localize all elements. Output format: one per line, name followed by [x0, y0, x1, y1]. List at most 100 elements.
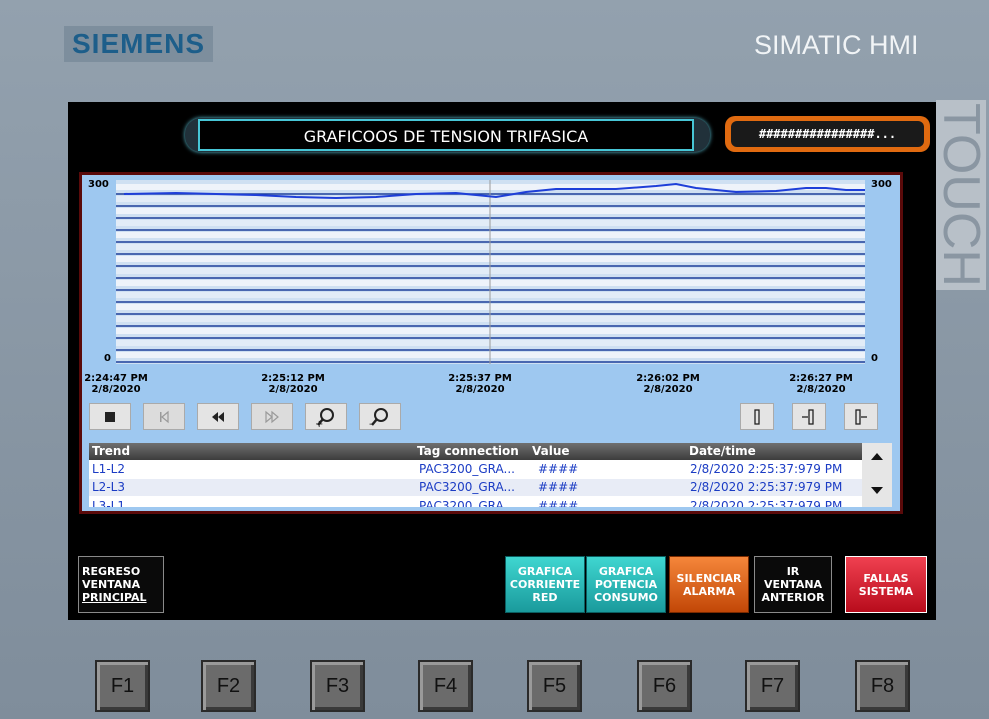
- column-header-trend: Trend: [92, 444, 131, 458]
- column-header-tag: Tag connection: [417, 444, 519, 458]
- zoom-in-icon: +: [315, 407, 334, 427]
- button-label: FALLAS SISTEMA: [859, 572, 913, 598]
- skip-first-icon: [160, 410, 169, 423]
- x-tick-time: 2:24:47 PM: [84, 373, 148, 384]
- f2-key[interactable]: F2: [201, 660, 256, 712]
- f1-key[interactable]: F1: [95, 660, 150, 712]
- label-line: SILENCIAR: [676, 571, 742, 585]
- x-tick-time: 2:26:02 PM: [636, 373, 700, 384]
- cell-trend: L2-L3: [92, 480, 125, 494]
- label-line: VENTANA: [763, 578, 823, 591]
- forward-button[interactable]: [251, 403, 293, 430]
- cell-value: ####: [538, 499, 579, 507]
- label-line: REGRESO: [82, 565, 141, 578]
- label-line: FALLAS: [863, 571, 909, 585]
- table-row[interactable]: L2-L3 PAC3200_GRA... #### 2/8/2020 2:25:…: [89, 479, 862, 496]
- table-row[interactable]: L3-L1 PAC3200_GRA... #### 2/8/2020 2:25:…: [89, 498, 862, 507]
- x-tick-label: 2:26:02 PM 2/8/2020: [633, 373, 703, 395]
- siemens-logo: SIEMENS: [64, 26, 214, 62]
- ruler-forward-button[interactable]: [844, 403, 878, 430]
- x-tick-date: 2/8/2020: [796, 384, 846, 395]
- f5-key[interactable]: F5: [527, 660, 582, 712]
- datetime-value: ################...: [731, 121, 924, 147]
- cell-datetime: 2/8/2020 2:25:37:979 PM: [690, 462, 843, 476]
- zoom-out-icon: -: [369, 407, 388, 427]
- table-row[interactable]: L1-L2 PAC3200_GRA... #### 2/8/2020 2:25:…: [89, 461, 862, 478]
- label-line: IR: [786, 565, 800, 578]
- cell-value: ####: [538, 480, 579, 494]
- ir-ventana-anterior-button[interactable]: IR VENTANA ANTERIOR: [754, 556, 832, 613]
- triangle-down-icon: [871, 487, 883, 494]
- rewind-icon: [212, 411, 224, 422]
- label-line: SISTEMA: [858, 584, 914, 598]
- fallas-sistema-button[interactable]: FALLAS SISTEMA: [845, 556, 927, 613]
- x-tick-label: 2:25:37 PM 2/8/2020: [445, 373, 515, 395]
- svg-text:+: +: [315, 419, 323, 427]
- scroll-down-button[interactable]: [868, 483, 886, 499]
- y-axis-right-max: 300: [871, 179, 892, 190]
- label-line: PRINCIPAL: [82, 591, 147, 604]
- x-tick-time: 2:25:37 PM: [448, 373, 512, 384]
- rewind-button[interactable]: [197, 403, 239, 430]
- f3-key[interactable]: F3: [310, 660, 365, 712]
- table-scrollbar[interactable]: [862, 443, 892, 507]
- x-tick-time: 2:25:12 PM: [261, 373, 325, 384]
- column-header-value: Value: [532, 444, 570, 458]
- cell-tag: PAC3200_GRA...: [419, 462, 515, 476]
- x-tick-date: 2/8/2020: [91, 384, 141, 395]
- zoom-out-button[interactable]: -: [359, 403, 401, 430]
- cell-value: ####: [538, 462, 579, 476]
- x-tick-time: 2:26:27 PM: [789, 373, 853, 384]
- ruler-back-button[interactable]: [792, 403, 826, 430]
- label-line: RED: [532, 591, 558, 604]
- silenciar-alarma-button[interactable]: SILENCIAR ALARMA: [669, 556, 749, 613]
- stop-icon: [105, 411, 115, 422]
- trend-plot-area[interactable]: [116, 180, 865, 364]
- button-label: GRAFICA CORRIENTE RED: [510, 565, 580, 604]
- label-line: GRAFICA: [598, 565, 654, 578]
- x-tick-label: 2:24:47 PM 2/8/2020: [81, 373, 151, 395]
- label-line: POTENCIA: [594, 578, 658, 591]
- y-axis-left-max: 300: [88, 179, 109, 190]
- triangle-up-icon: [871, 453, 883, 460]
- button-label: SILENCIAR ALARMA: [677, 572, 742, 598]
- button-label: IR VENTANA ANTERIOR: [761, 565, 824, 604]
- y-axis-right-min: 0: [871, 353, 878, 364]
- ruler-back-icon: [802, 408, 814, 425]
- x-tick-date: 2/8/2020: [268, 384, 318, 395]
- ruler-forward-icon: [855, 408, 867, 425]
- touch-label: TOUCH: [936, 100, 986, 290]
- label-line: ALARMA: [683, 584, 735, 598]
- cell-tag: PAC3200_GRA...: [419, 499, 515, 507]
- model-label: SIMATIC HMI: [754, 30, 919, 60]
- datetime-field: ################...: [725, 116, 930, 152]
- ruler-icon: [754, 408, 760, 425]
- first-button[interactable]: [143, 403, 185, 430]
- f8-key[interactable]: F8: [855, 660, 910, 712]
- cell-tag: PAC3200_GRA...: [419, 480, 515, 494]
- y-axis-left-min: 0: [104, 353, 111, 364]
- x-tick-label: 2:26:27 PM 2/8/2020: [786, 373, 856, 395]
- scroll-up-button[interactable]: [868, 448, 886, 464]
- button-label: REGRESO VENTANA PRINCIPAL: [82, 565, 147, 604]
- f7-key[interactable]: F7: [745, 660, 800, 712]
- x-tick-date: 2/8/2020: [643, 384, 693, 395]
- x-tick-label: 2:25:12 PM 2/8/2020: [258, 373, 328, 395]
- table-header: Trend Tag connection Value Date/time: [89, 443, 862, 460]
- f6-key[interactable]: F6: [637, 660, 692, 712]
- grafica-corriente-button[interactable]: GRAFICA CORRIENTE RED: [505, 556, 585, 613]
- trend-table: Trend Tag connection Value Date/time L1-…: [89, 443, 884, 507]
- label-line: VENTANA: [82, 578, 141, 591]
- regreso-ventana-principal-button[interactable]: REGRESO VENTANA PRINCIPAL: [78, 556, 164, 613]
- f4-key[interactable]: F4: [418, 660, 473, 712]
- stop-button[interactable]: [89, 403, 131, 430]
- cell-datetime: 2/8/2020 2:25:37:979 PM: [690, 499, 843, 507]
- grafica-potencia-button[interactable]: GRAFICA POTENCIA CONSUMO: [586, 556, 666, 613]
- label-line: GRAFICA: [517, 565, 573, 578]
- zoom-in-button[interactable]: +: [305, 403, 347, 430]
- label-line: CORRIENTE: [509, 578, 581, 591]
- button-label: GRAFICA POTENCIA CONSUMO: [594, 565, 658, 604]
- ruler-button[interactable]: [740, 403, 774, 430]
- column-header-datetime: Date/time: [689, 444, 756, 458]
- cell-trend: L3-L1: [92, 499, 125, 507]
